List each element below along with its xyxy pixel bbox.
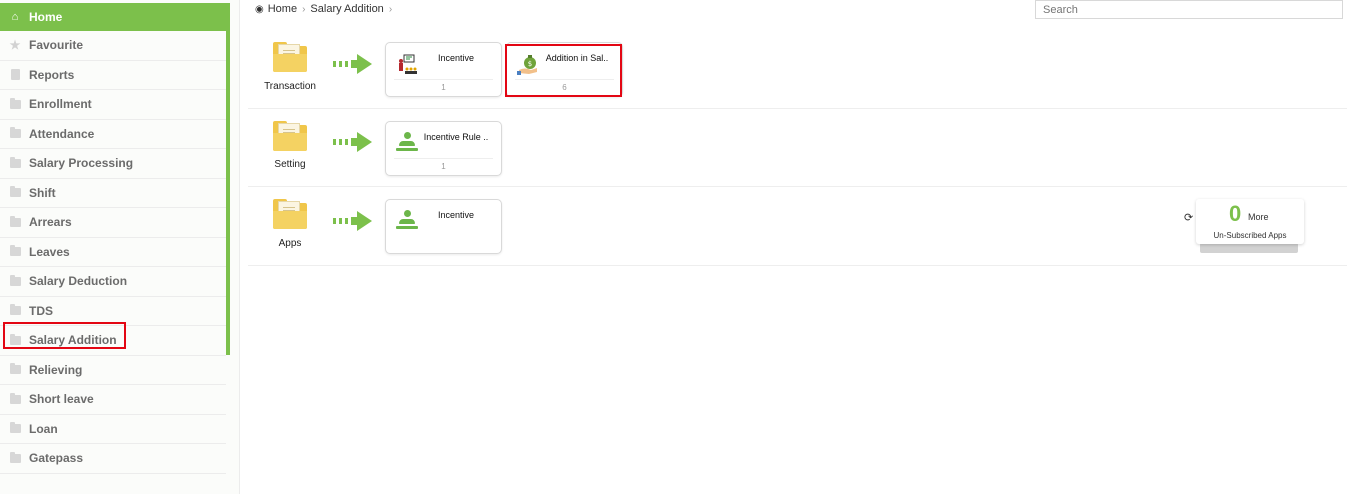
- sidebar-highlight-box: [3, 322, 126, 349]
- sidebar-item-label: Relieving: [29, 362, 83, 377]
- section-label: Transaction: [264, 81, 316, 92]
- folder-icon: [9, 97, 21, 110]
- folder-icon: [9, 245, 21, 258]
- sidebar-item-label: Salary Deduction: [29, 274, 128, 289]
- folder-icon: [9, 274, 21, 287]
- card-incentive[interactable]: Incentive 1: [385, 42, 502, 97]
- folder-icon: [9, 156, 21, 169]
- sidebar-item-salary-processing[interactable]: Salary Processing: [0, 149, 226, 179]
- unsubscribed-shadow: [1200, 243, 1298, 253]
- sidebar-item-label: Gatepass: [29, 451, 84, 466]
- sidebar-item-label: Short leave: [29, 392, 94, 407]
- sidebar-item-salary-deduction[interactable]: Salary Deduction: [0, 267, 226, 297]
- folder-icon: [9, 186, 21, 199]
- section-label: Setting: [274, 159, 306, 170]
- card-divider: [394, 158, 493, 159]
- dashboard-icon: ◉: [255, 3, 264, 15]
- sidebar-item-enrollment[interactable]: Enrollment: [0, 90, 226, 120]
- sidebar-menu: ⌂ Home ★ Favourite Reports Enrollment At…: [0, 3, 226, 474]
- sidebar-item-label: Favourite: [29, 38, 84, 53]
- card-title: Incentive: [437, 53, 475, 63]
- chevron-right-icon: ›: [388, 3, 393, 15]
- arrow-right-icon: [333, 132, 375, 152]
- unsubscribed-label: Un-Subscribed Apps: [1213, 231, 1287, 240]
- home-icon: ⌂: [11, 11, 19, 23]
- sidebar-item-label: Home: [29, 10, 63, 24]
- folder-icon: [9, 451, 21, 464]
- card-title: Incentive: [437, 210, 475, 220]
- refresh-icon[interactable]: ⟳: [1184, 211, 1193, 224]
- sidebar-active-bar: [226, 3, 230, 355]
- sidebar-item-gatepass[interactable]: Gatepass: [0, 444, 226, 474]
- sidebar-item-leaves[interactable]: Leaves: [0, 238, 226, 267]
- sidebar-item-loan[interactable]: Loan: [0, 415, 226, 444]
- sidebar-item-label: Enrollment: [29, 97, 92, 112]
- sidebar-item-home[interactable]: ⌂ Home: [0, 3, 226, 31]
- sidebar-item-short-leave[interactable]: Short leave: [0, 385, 226, 415]
- folder-icon: [9, 392, 21, 405]
- folder-icon: [9, 363, 21, 376]
- sidebar-item-shift[interactable]: Shift: [0, 179, 226, 208]
- sidebar-item-favourite[interactable]: ★ Favourite: [0, 31, 226, 61]
- sidebar-item-reports[interactable]: Reports: [0, 61, 226, 90]
- document-icon: [9, 69, 21, 81]
- unsubscribed-apps-box[interactable]: 0 More Un-Subscribed Apps: [1196, 199, 1304, 244]
- unsubscribed-count: 0: [1229, 201, 1242, 226]
- card-divider: [394, 79, 493, 80]
- arrow-right-icon: [333, 211, 375, 231]
- sidebar-item-label: Loan: [29, 421, 58, 436]
- folder-icon: [9, 215, 21, 228]
- sidebar-item-label: Arrears: [29, 215, 72, 230]
- card-incentive-rule[interactable]: Incentive Rule .. 1: [385, 121, 502, 176]
- sidebar-item-relieving[interactable]: Relieving: [0, 356, 226, 385]
- sidebar-item-attendance[interactable]: Attendance: [0, 120, 226, 149]
- sidebar: ⌂ Home ★ Favourite Reports Enrollment At…: [0, 0, 240, 494]
- folder-icon: [273, 121, 307, 151]
- card-count: 1: [441, 83, 446, 92]
- card-incentive-app[interactable]: Incentive: [385, 199, 502, 254]
- folder-icon: [273, 199, 307, 229]
- folder-icon: [273, 42, 307, 72]
- folder-icon: [9, 422, 21, 435]
- folder-icon: [9, 304, 21, 317]
- arrow-right-icon: [333, 54, 375, 74]
- sidebar-item-label: Shift: [29, 185, 56, 200]
- star-icon: ★: [9, 38, 21, 53]
- folder-icon: [9, 127, 21, 140]
- sidebar-item-label: Salary Processing: [29, 156, 134, 171]
- section-transaction: Transaction Incentive 1 $ Addition in Sa…: [248, 30, 1347, 109]
- more-link[interactable]: More: [1248, 212, 1269, 222]
- card-title: Incentive Rule ..: [423, 132, 489, 142]
- breadcrumb-home[interactable]: Home: [268, 3, 297, 15]
- sidebar-item-label: Reports: [29, 67, 75, 82]
- sidebar-item-arrears[interactable]: Arrears: [0, 208, 226, 238]
- card-count: 1: [441, 162, 446, 171]
- section-setting: Setting Incentive Rule .. 1: [248, 109, 1347, 187]
- breadcrumb-current: Salary Addition: [310, 3, 384, 15]
- breadcrumb: ◉ Home › Salary Addition ›: [255, 3, 397, 15]
- chevron-right-icon: ›: [302, 3, 306, 15]
- section-label: Apps: [278, 238, 302, 249]
- sidebar-item-label: TDS: [29, 303, 53, 318]
- sidebar-item-label: Leaves: [29, 244, 70, 259]
- sidebar-item-label: Attendance: [29, 126, 95, 141]
- section-apps: Apps Incentive: [248, 187, 1347, 266]
- card-highlight-box: [505, 44, 622, 97]
- search-input[interactable]: [1035, 0, 1343, 19]
